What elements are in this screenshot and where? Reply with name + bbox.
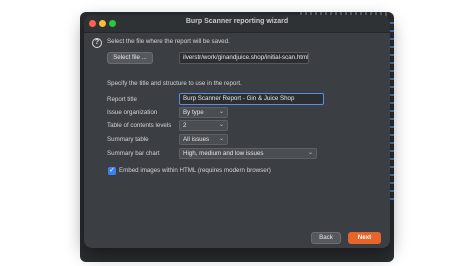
summary-chart-label: Summary bar chart <box>107 150 160 157</box>
summary-table-value: All issues <box>183 136 210 143</box>
chevron-updown-icon: ⌄ <box>218 122 224 128</box>
embed-images-label: Embed images within HTML (requires moder… <box>119 167 271 174</box>
issue-organization-select[interactable]: By type ⌄ <box>179 107 228 118</box>
summary-chart-select[interactable]: High, medium and low issues ⌄ <box>179 148 317 159</box>
toc-levels-label: Table of contents levels <box>107 122 172 129</box>
back-button[interactable]: Back <box>311 232 341 244</box>
toc-levels-select[interactable]: 2 ⌄ <box>179 120 228 131</box>
chevron-updown-icon: ⌄ <box>218 136 224 142</box>
issue-organization-label: Issue organization <box>107 109 158 116</box>
file-path-field[interactable]: ilverstr/work/ginandjuice.shop/initial-s… <box>179 52 309 64</box>
chevron-updown-icon: ⌄ <box>307 150 313 156</box>
file-instruction: Select the file where the report will be… <box>107 38 230 45</box>
summary-table-select[interactable]: All issues ⌄ <box>179 134 228 145</box>
background-gutter <box>390 22 394 202</box>
embed-images-checkbox[interactable]: ✓ <box>108 167 116 175</box>
report-title-input[interactable]: Burp Scanner Report - Gin & Juice Shop <box>179 93 324 105</box>
select-file-button[interactable]: Select file ... <box>107 52 153 64</box>
next-button[interactable]: Next <box>348 232 381 244</box>
title-bar: Burp Scanner reporting wizard <box>84 15 390 33</box>
issue-organization-value: By type <box>183 109 204 116</box>
summary-table-label: Summary table <box>107 136 149 143</box>
toc-levels-value: 2 <box>183 122 187 129</box>
summary-chart-value: High, medium and low issues <box>183 150 264 157</box>
reporting-wizard-window: Burp Scanner reporting wizard ? Select t… <box>84 15 390 248</box>
chevron-updown-icon: ⌄ <box>218 109 224 115</box>
report-title-label: Report title <box>107 96 137 103</box>
help-icon[interactable]: ? <box>92 38 102 48</box>
window-title: Burp Scanner reporting wizard <box>185 18 289 25</box>
settings-instruction: Specify the title and structure to use i… <box>107 80 242 87</box>
